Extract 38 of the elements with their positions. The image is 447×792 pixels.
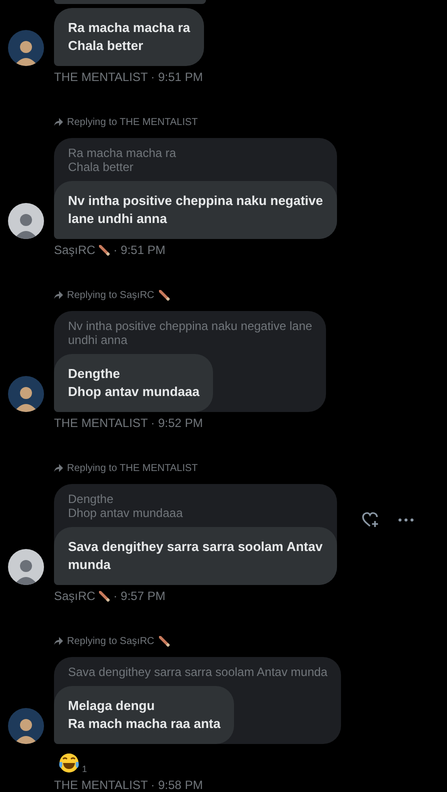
reply-arrow-icon bbox=[54, 464, 63, 472]
reply-label: Replying to SaşıRC bbox=[67, 636, 154, 646]
sender-name: THE MENTALIST bbox=[54, 778, 148, 792]
message-time: · 9:57 PM bbox=[113, 589, 166, 603]
message-bubble: Sava dengithey sarra sarra soolam Antav munda bbox=[54, 527, 337, 585]
avatar[interactable] bbox=[8, 708, 44, 744]
reply-arrow-icon bbox=[54, 637, 63, 645]
quoted-message: Dengthe Dhop antav mundaaa bbox=[67, 491, 184, 522]
avatar[interactable] bbox=[8, 376, 44, 412]
avatar[interactable] bbox=[8, 549, 44, 585]
message-bubble: Ra macha macha ra Chala better bbox=[54, 8, 204, 66]
quote-card[interactable]: Sava dengithey sarra sarra soolam Antav munda Melaga dengu Ra mach macha raa anta bbox=[54, 657, 342, 744]
sender-name: THE MENTALIST bbox=[54, 416, 148, 430]
avatar[interactable] bbox=[8, 30, 44, 66]
quote-card[interactable]: Dengthe Dhop antav mundaaa Sava dengithey sarra sarra soolam Antav munda bbox=[54, 484, 337, 585]
reply-arrow-icon bbox=[54, 118, 63, 126]
reply-label: Replying to THE MENTALIST bbox=[67, 462, 198, 474]
quote-card[interactable]: Nv intha positive cheppina naku negative lane undhi anna Dengthe Dhop antav mundaaa bbox=[54, 311, 326, 412]
sender-name: SaşıRC bbox=[54, 243, 96, 257]
message-bubble: Dengthe Dhop antav mundaaa bbox=[54, 354, 214, 412]
sender-name: THE MENTALIST bbox=[54, 70, 148, 84]
message-time: · 9:52 PM bbox=[150, 416, 203, 430]
more-options-button[interactable] bbox=[398, 518, 414, 522]
message-time: · 9:58 PM bbox=[150, 778, 203, 792]
quoted-message: Sava dengithey sarra sarra soolam Antav munda bbox=[67, 664, 328, 681]
message-bubble: Nv intha positive cheppina naku negative lane undhi anna bbox=[54, 181, 338, 239]
reply-arrow-icon bbox=[54, 291, 63, 299]
message-bubble: Melaga dengu Ra mach macha raa anta bbox=[54, 686, 234, 744]
add-reaction-button[interactable] bbox=[362, 512, 380, 528]
message-time: · 9:51 PM bbox=[113, 243, 166, 257]
avatar[interactable] bbox=[8, 203, 44, 239]
quoted-message: Ra macha macha ra Chala better bbox=[67, 145, 178, 176]
reply-label: Replying to THE MENTALIST bbox=[67, 116, 198, 128]
message-time: · 9:51 PM bbox=[150, 70, 203, 84]
reply-label: Replying to SaşıRC bbox=[67, 290, 154, 300]
quoted-message: Nv intha positive cheppina naku negative lane undhi anna bbox=[67, 318, 314, 349]
sender-name: SaşıRC bbox=[54, 589, 96, 603]
quote-card[interactable]: Ra macha macha ra Chala better Nv intha positive cheppina naku negative lane undhi anna bbox=[54, 138, 338, 239]
